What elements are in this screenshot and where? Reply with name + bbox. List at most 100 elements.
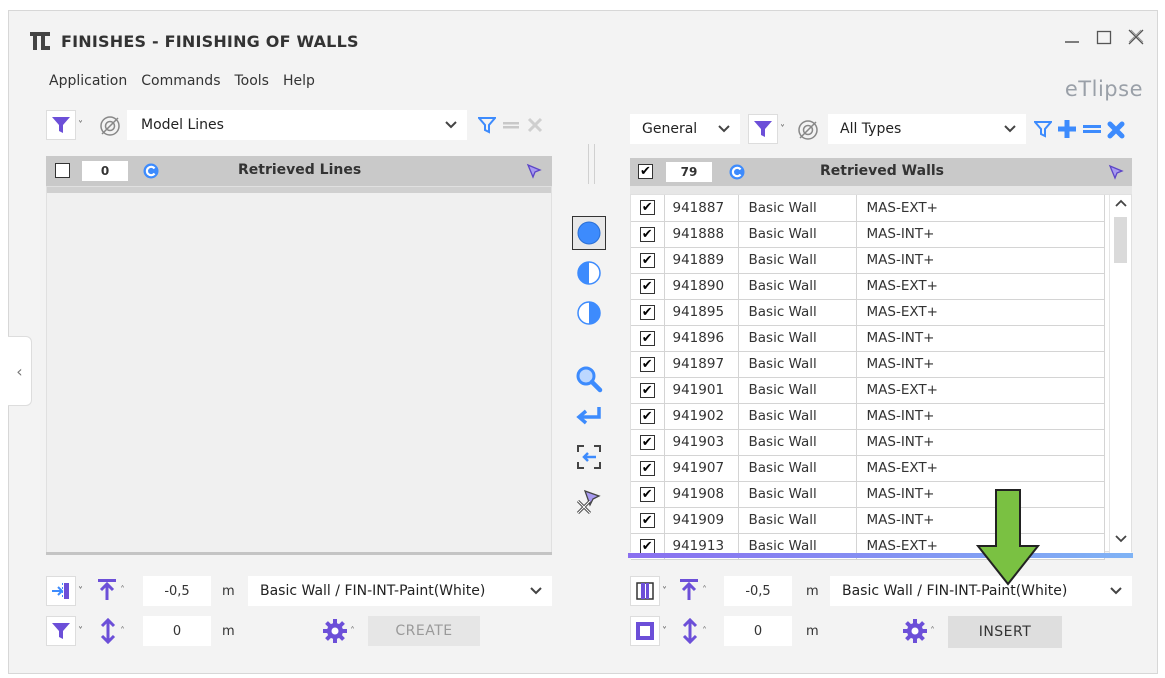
clear-selection-button[interactable] <box>574 486 604 516</box>
table-row[interactable]: ✔ 941890 Basic Wall MAS-EXT+ <box>631 273 1105 300</box>
right-frame-dropdown-button[interactable]: ˅ <box>630 616 667 646</box>
right-offset-field[interactable]: -0,5 <box>724 576 792 606</box>
right-side-mode-button[interactable] <box>574 298 604 328</box>
table-row[interactable]: ✔ 941907 Basic Wall MAS-EXT+ <box>631 455 1105 482</box>
row-checkbox[interactable]: ✔ <box>639 538 655 554</box>
left-select-all-checkbox[interactable] <box>55 163 70 178</box>
row-checkbox-cell[interactable]: ✔ <box>631 507 665 534</box>
apply-filter-icon[interactable] <box>1034 120 1052 138</box>
row-checkbox-cell[interactable]: ✔ <box>631 351 665 378</box>
row-checkbox[interactable]: ✔ <box>639 460 655 476</box>
row-checkbox-cell[interactable]: ✔ <box>631 299 665 326</box>
type-name: MAS-EXT+ <box>856 195 1105 222</box>
minus-icon[interactable] <box>502 116 520 134</box>
row-checkbox[interactable]: ✔ <box>639 408 655 424</box>
left-height-field[interactable]: 0 <box>143 616 211 646</box>
type-filter-dropdown[interactable]: All Types <box>828 114 1026 144</box>
table-row[interactable]: ✔ 941889 Basic Wall MAS-INT+ <box>631 247 1105 274</box>
row-checkbox[interactable]: ✔ <box>639 382 655 398</box>
left-filter-dropdown-button[interactable]: ˅ <box>46 110 83 140</box>
refresh-icon[interactable] <box>728 163 746 181</box>
insert-button[interactable]: INSERT <box>948 616 1062 648</box>
table-row[interactable]: ✔ 941896 Basic Wall MAS-INT+ <box>631 325 1105 352</box>
create-button[interactable]: CREATE <box>368 616 480 646</box>
full-wall-mode-button[interactable] <box>572 216 606 250</box>
add-filter-icon[interactable] <box>1056 118 1078 140</box>
maximize-button[interactable] <box>1095 27 1113 47</box>
clear-filters-icon[interactable] <box>1106 120 1126 140</box>
sidebar-toggle-button[interactable]: ‹ <box>8 336 32 406</box>
row-checkbox-cell[interactable]: ✔ <box>631 481 665 508</box>
close-button[interactable] <box>1127 27 1145 47</box>
apply-filter-icon[interactable] <box>478 116 496 134</box>
menu-help[interactable]: Help <box>283 73 315 89</box>
left-walltype-dropdown[interactable]: Basic Wall / FIN-INT-Paint(White) <box>248 576 552 606</box>
row-checkbox-cell[interactable]: ✔ <box>631 377 665 404</box>
clear-icon[interactable] <box>526 116 544 134</box>
refresh-icon[interactable] <box>142 162 160 180</box>
height-icon <box>100 618 116 644</box>
table-row[interactable]: ✔ 941897 Basic Wall MAS-INT+ <box>631 351 1105 378</box>
row-checkbox-cell[interactable]: ✔ <box>631 325 665 352</box>
scroll-thumb[interactable] <box>1114 217 1127 263</box>
row-checkbox-cell[interactable]: ✔ <box>631 273 665 300</box>
table-row[interactable]: ✔ 941895 Basic Wall MAS-EXT+ <box>631 299 1105 326</box>
row-checkbox-cell[interactable]: ✔ <box>631 247 665 274</box>
exclude-icon[interactable] <box>98 114 122 138</box>
row-checkbox[interactable]: ✔ <box>639 434 655 450</box>
row-checkbox-cell[interactable]: ✔ <box>631 429 665 456</box>
scope-dropdown[interactable]: General <box>630 114 740 144</box>
right-offset-button[interactable]: ˄ <box>678 578 707 602</box>
row-checkbox[interactable]: ✔ <box>639 200 655 216</box>
left-height-button[interactable]: ˄ <box>98 618 125 644</box>
row-checkbox-cell[interactable]: ✔ <box>631 403 665 430</box>
right-height-button[interactable]: ˄ <box>680 618 707 644</box>
left-align-dropdown-button[interactable]: ˅ <box>46 576 83 606</box>
zoom-button[interactable] <box>574 364 604 394</box>
row-checkbox-cell[interactable]: ✔ <box>631 195 665 222</box>
row-checkbox[interactable]: ✔ <box>639 278 655 294</box>
scroll-up-icon[interactable] <box>1115 199 1127 207</box>
left-offset-button[interactable]: ˄ <box>96 578 125 602</box>
row-checkbox[interactable]: ✔ <box>639 330 655 346</box>
exclude-icon[interactable] <box>796 118 820 142</box>
cursor-icon[interactable] <box>1108 164 1124 180</box>
return-icon <box>576 407 601 425</box>
row-checkbox[interactable]: ✔ <box>639 252 655 268</box>
vertical-scrollbar[interactable] <box>1109 195 1131 553</box>
menu-tools[interactable]: Tools <box>234 73 269 89</box>
row-checkbox[interactable]: ✔ <box>639 226 655 242</box>
table-row[interactable]: ✔ 941888 Basic Wall MAS-INT+ <box>631 221 1105 248</box>
menu-commands[interactable]: Commands <box>141 73 220 89</box>
app-logo-icon <box>30 32 50 50</box>
right-settings-button[interactable]: ˄ <box>902 618 935 644</box>
left-side-mode-button[interactable] <box>574 258 604 288</box>
table-row[interactable]: ✔ 941901 Basic Wall MAS-EXT+ <box>631 377 1105 404</box>
menu-application[interactable]: Application <box>49 73 127 89</box>
row-checkbox[interactable]: ✔ <box>639 486 655 502</box>
right-filter-dropdown-button[interactable]: ˅ <box>748 114 785 144</box>
row-checkbox-cell[interactable]: ✔ <box>631 455 665 482</box>
row-checkbox[interactable]: ✔ <box>639 304 655 320</box>
zoom-to-selection-button[interactable] <box>574 442 604 472</box>
left-filter2-dropdown-button[interactable]: ˅ <box>46 616 83 646</box>
cursor-icon[interactable] <box>526 163 542 179</box>
table-row[interactable]: ✔ 941887 Basic Wall MAS-EXT+ <box>631 195 1105 222</box>
table-row[interactable]: ✔ 941903 Basic Wall MAS-INT+ <box>631 429 1105 456</box>
minimize-button[interactable] <box>1063 27 1081 47</box>
row-checkbox[interactable]: ✔ <box>639 512 655 528</box>
right-wall-side-dropdown-button[interactable]: ˅ <box>630 576 667 606</box>
left-offset-field[interactable]: -0,5 <box>143 576 211 606</box>
row-checkbox[interactable]: ✔ <box>639 356 655 372</box>
right-select-all-checkbox[interactable]: ✔ <box>638 164 653 179</box>
return-button[interactable] <box>574 402 604 432</box>
table-row[interactable]: ✔ 941902 Basic Wall MAS-INT+ <box>631 403 1105 430</box>
remove-filter-icon[interactable] <box>1082 120 1102 138</box>
right-count: 79 <box>666 162 712 182</box>
left-category-dropdown[interactable]: Model Lines <box>127 110 467 140</box>
family-name: Basic Wall <box>738 507 857 534</box>
row-checkbox-cell[interactable]: ✔ <box>631 221 665 248</box>
right-height-field[interactable]: 0 <box>724 616 792 646</box>
scroll-down-icon[interactable] <box>1115 535 1127 543</box>
left-settings-button[interactable]: ˄ <box>322 618 355 644</box>
